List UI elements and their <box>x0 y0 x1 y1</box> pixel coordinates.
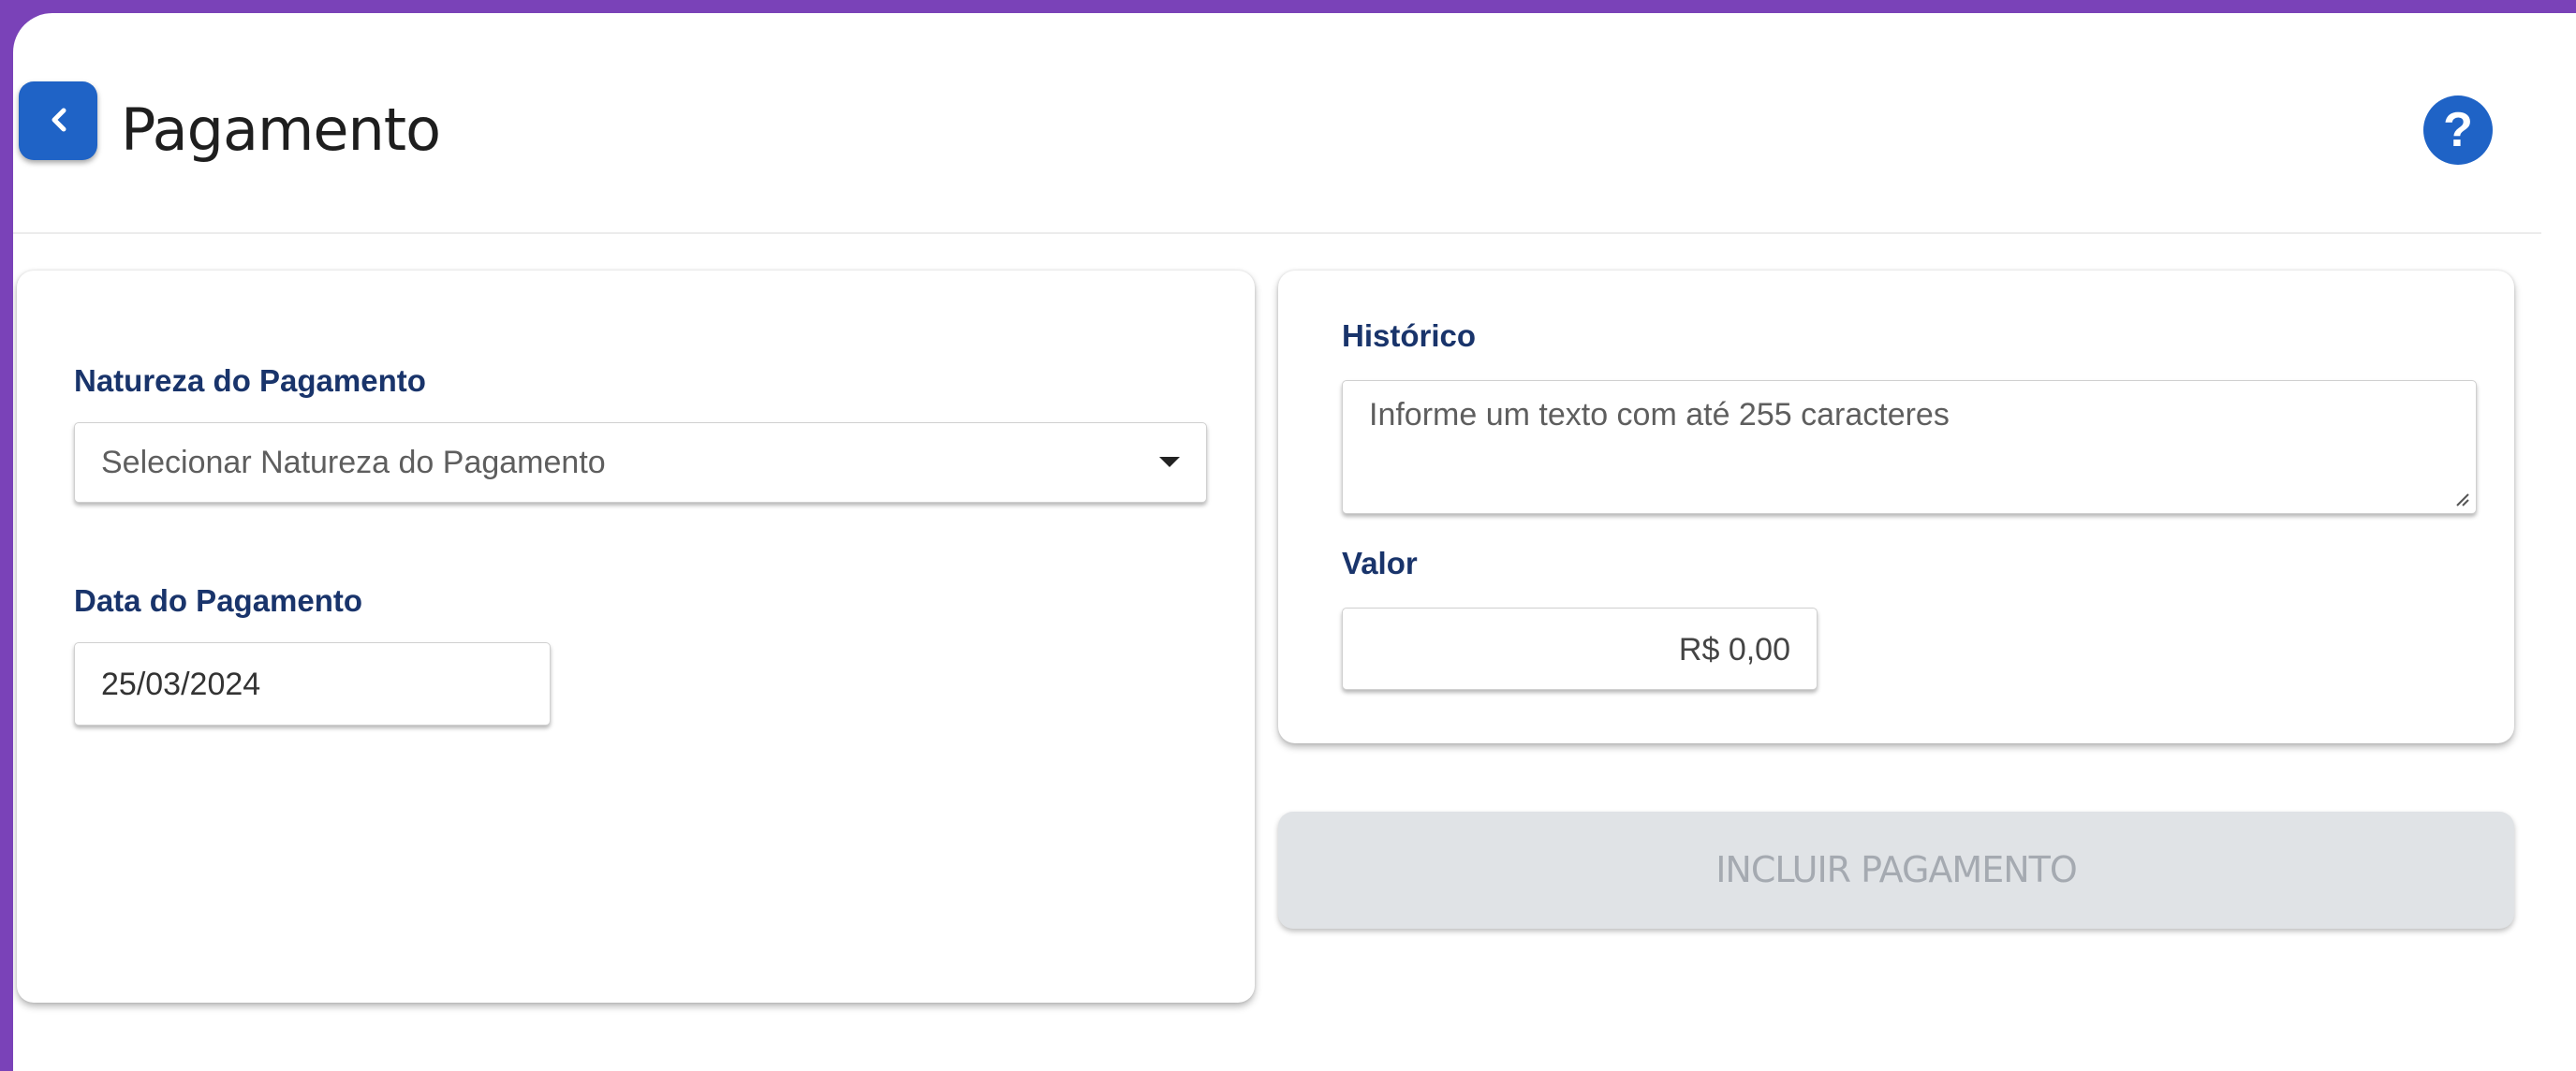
incluir-pagamento-label: INCLUIR PAGAMENTO <box>1715 849 2078 890</box>
historico-valor-card: Histórico Informe um texto com até 255 c… <box>1278 271 2514 743</box>
valor-input-value: R$ 0,00 <box>1678 632 1790 668</box>
historico-label: Histórico <box>1342 318 1477 353</box>
natureza-label: Natureza do Pagamento <box>74 363 426 398</box>
historico-textarea[interactable]: Informe um texto com até 255 caracteres <box>1342 380 2477 514</box>
data-label: Data do Pagamento <box>74 583 363 618</box>
question-circle-icon: ? <box>2443 103 2473 157</box>
data-input[interactable]: 25/03/2024 <box>74 642 551 726</box>
valor-label: Valor <box>1342 546 1418 580</box>
incluir-pagamento-button[interactable]: INCLUIR PAGAMENTO <box>1278 812 2514 929</box>
chevron-left-icon <box>52 108 66 132</box>
page-header: Pagamento ? <box>13 13 2541 234</box>
app-window: Pagamento ? Natureza do Pagamento Seleci… <box>13 13 2576 1071</box>
payment-details-card: Natureza do Pagamento Selecionar Naturez… <box>17 271 1255 1003</box>
caret-down-icon <box>1159 457 1180 467</box>
data-input-value: 25/03/2024 <box>101 667 261 702</box>
natureza-select-placeholder: Selecionar Natureza do Pagamento <box>101 445 606 480</box>
resize-handle-icon[interactable] <box>2453 491 2470 507</box>
back-button[interactable] <box>19 81 97 160</box>
help-button[interactable]: ? <box>2423 95 2493 165</box>
natureza-select[interactable]: Selecionar Natureza do Pagamento <box>74 422 1207 503</box>
page-title: Pagamento <box>121 95 441 164</box>
historico-placeholder: Informe um texto com até 255 caracteres <box>1369 397 1950 433</box>
valor-input[interactable]: R$ 0,00 <box>1342 608 1818 690</box>
